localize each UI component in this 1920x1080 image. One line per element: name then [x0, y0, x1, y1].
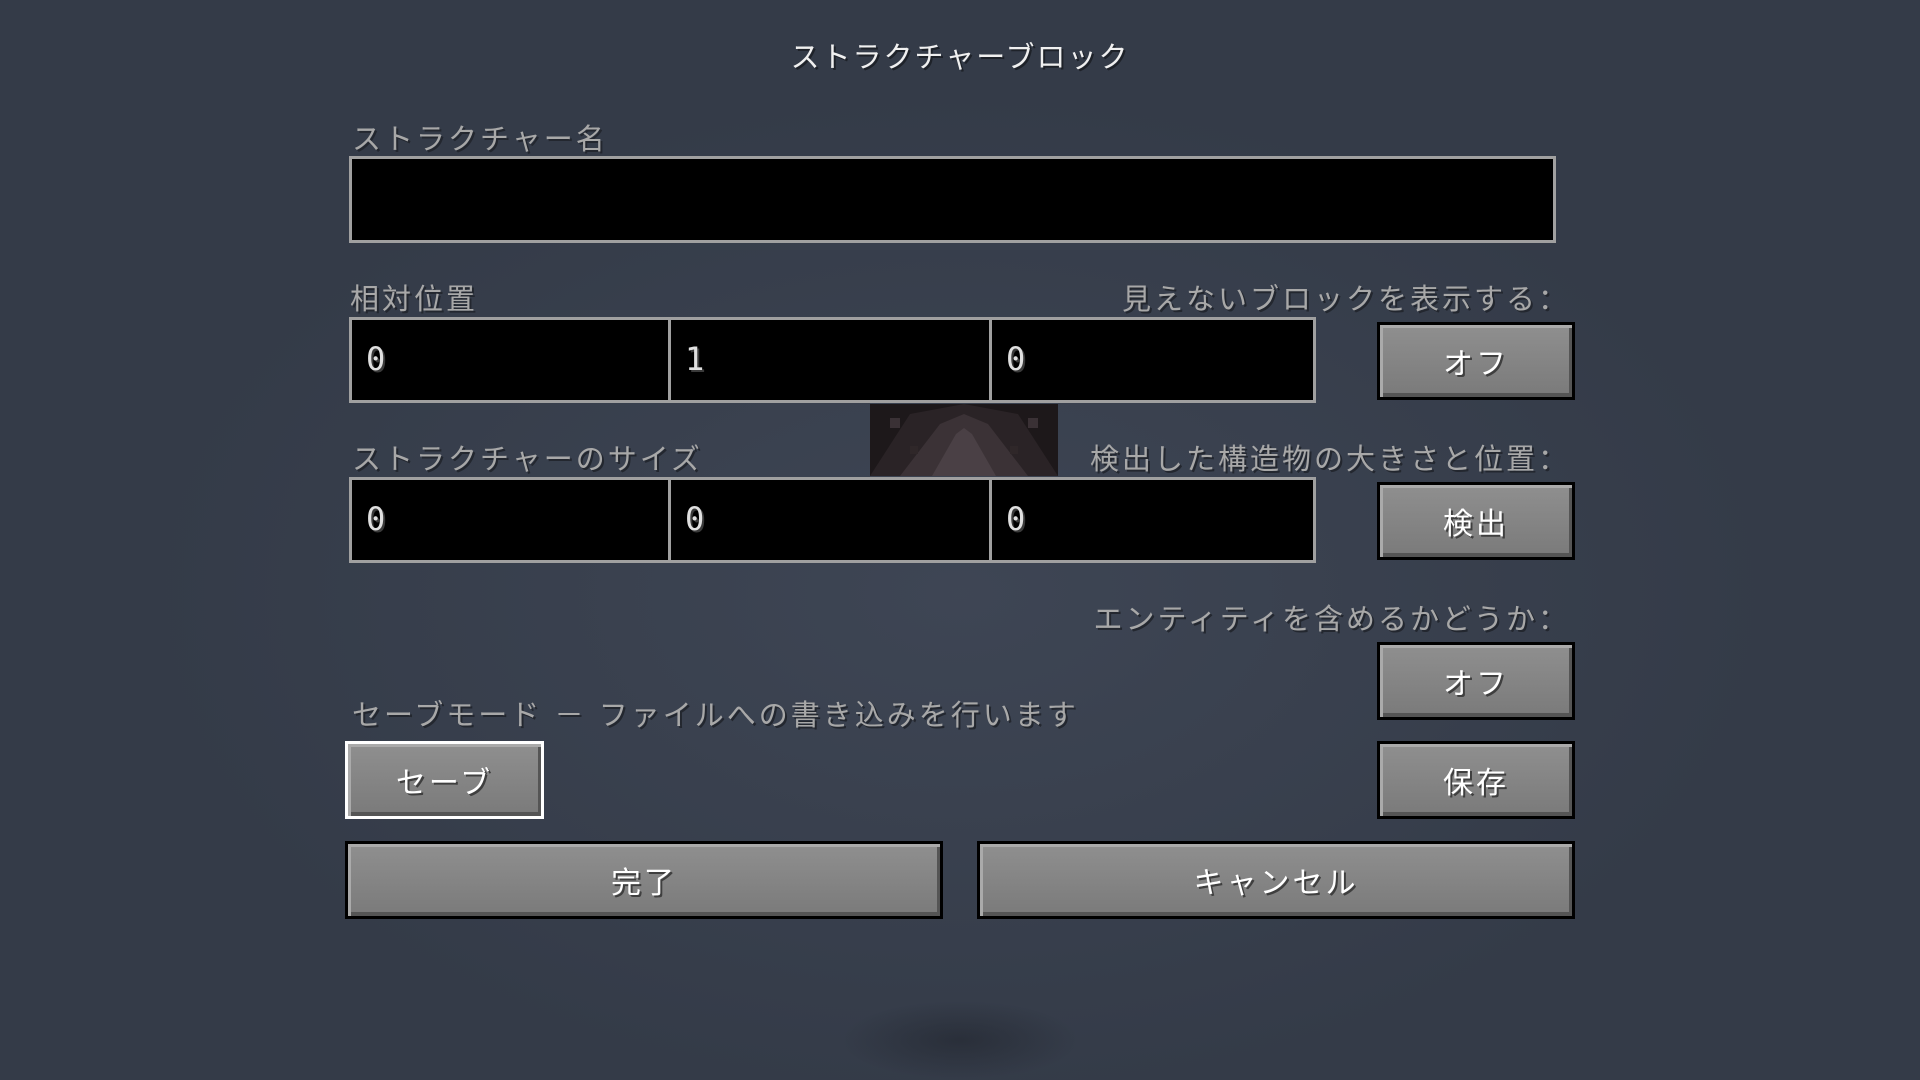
mode-button[interactable]: セーブ [345, 741, 544, 819]
mode-description-label: セーブモード － ファイルへの書き込みを行います [352, 698, 1079, 732]
show-invisible-toggle-button[interactable]: オフ [1377, 322, 1575, 400]
size-y-input[interactable]: 0 [668, 477, 992, 563]
detect-label: 検出した構造物の大きさと位置： [1089, 442, 1570, 476]
background-shadow [840, 1000, 1080, 1080]
structure-name-input[interactable] [349, 156, 1556, 243]
include-entities-toggle-button[interactable]: オフ [1377, 642, 1575, 720]
include-entities-label: エンティティを含めるかどうか： [1093, 602, 1570, 636]
position-x-input[interactable]: 0 [349, 317, 671, 403]
structure-size-label: ストラクチャーのサイズ [352, 442, 703, 476]
detect-button[interactable]: 検出 [1377, 482, 1575, 560]
save-button[interactable]: 保存 [1377, 741, 1575, 819]
screen-title: ストラクチャーブロック [790, 40, 1130, 74]
size-x-input[interactable]: 0 [349, 477, 671, 563]
done-button[interactable]: 完了 [345, 841, 943, 919]
cancel-button[interactable]: キャンセル [977, 841, 1575, 919]
relative-position-label: 相対位置 [350, 282, 479, 316]
show-invisible-label: 見えないブロックを表示する： [1121, 282, 1570, 316]
position-z-input[interactable]: 0 [989, 317, 1316, 403]
size-z-input[interactable]: 0 [989, 477, 1316, 563]
structure-name-label: ストラクチャー名 [352, 122, 608, 156]
position-y-input[interactable]: 1 [668, 317, 992, 403]
